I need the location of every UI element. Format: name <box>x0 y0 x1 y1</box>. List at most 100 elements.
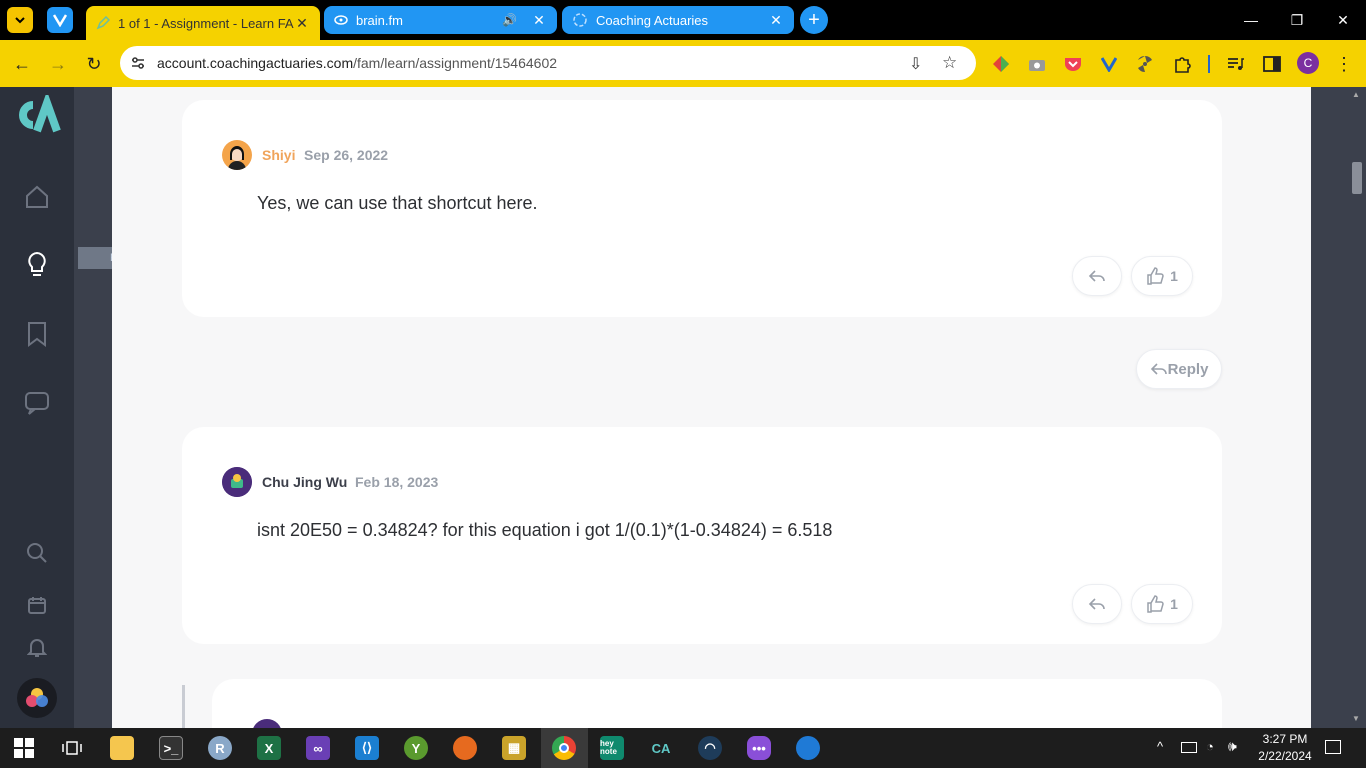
thumbs-up-icon <box>1147 267 1164 285</box>
scroll-up-arrow[interactable]: ▲ <box>1352 90 1360 99</box>
thread-line <box>182 685 185 728</box>
like-button[interactable]: 1 <box>1131 584 1193 624</box>
ca-logo[interactable] <box>11 91 63 135</box>
heynote-icon[interactable]: hey note <box>600 736 624 760</box>
comment-text: Yes, we can use that shortcut here. <box>257 193 538 213</box>
wifi-icon[interactable]: ◔ <box>1206 739 1214 754</box>
battery-icon[interactable] <box>1181 742 1197 753</box>
address-bar[interactable]: account.coachingactuaries.com/fam/learn/… <box>120 46 976 80</box>
windows-taskbar: >_ R X ∞ ⟨⟩ Y ▦ hey note CA ◠ ••• ^ ◔ 🕪 … <box>0 728 1366 768</box>
tab-brainfm[interactable]: brain.fm 🔊 ✕ <box>324 6 557 34</box>
excel-icon[interactable]: X <box>257 736 281 760</box>
scroll-down-arrow[interactable]: ▼ <box>1352 714 1360 723</box>
reply-icon <box>1088 598 1105 610</box>
profile-avatar[interactable]: C <box>1297 52 1319 74</box>
r-app-icon[interactable]: R <box>208 736 232 760</box>
vscode-icon[interactable]: ⟨⟩ <box>355 736 379 760</box>
pinned-tab-vivaldi[interactable] <box>47 7 73 33</box>
clock-date: 2/22/2024 <box>1258 749 1312 763</box>
tab-assignment[interactable]: 1 of 1 - Assignment - Learn FAM ✕ <box>86 6 320 40</box>
reply-button[interactable] <box>1072 256 1122 296</box>
clock-time: 3:27 PM <box>1262 732 1308 746</box>
extension-v-icon[interactable] <box>1099 54 1119 74</box>
tab-coaching-actuaries[interactable]: Coaching Actuaries ✕ <box>562 6 794 34</box>
volume-icon[interactable]: 🕪 <box>1228 738 1237 755</box>
firefox-icon[interactable] <box>453 736 477 760</box>
reply-label: Reply <box>1167 360 1209 378</box>
reply-button[interactable] <box>1072 584 1122 624</box>
reply-icon <box>1088 270 1105 282</box>
headphones-app-icon[interactable]: ◠ <box>698 736 722 760</box>
firefox-dev-icon[interactable] <box>796 736 820 760</box>
page-scrollbar[interactable]: ▲ ▼ <box>1348 87 1366 728</box>
show-hidden-icons[interactable]: ^ <box>1157 739 1163 754</box>
avatar[interactable] <box>222 140 252 170</box>
extension-pocket-icon[interactable] <box>1063 54 1083 74</box>
thumbs-up-icon <box>1147 595 1164 613</box>
close-icon[interactable]: ✕ <box>294 15 310 32</box>
system-clock[interactable]: 3:27 PM 2/22/2024 <box>1252 731 1318 765</box>
notification-center-icon[interactable] <box>1325 740 1341 754</box>
close-icon[interactable]: ✕ <box>531 12 547 29</box>
lightbulb-icon[interactable] <box>22 250 52 280</box>
terminal-icon[interactable]: >_ <box>159 736 183 760</box>
star-icon[interactable]: ☆ <box>942 53 957 73</box>
visual-studio-icon[interactable]: ∞ <box>306 736 330 760</box>
tab-search-button[interactable] <box>7 7 33 33</box>
restore-button[interactable]: ❐ <box>1274 0 1320 40</box>
browser-toolbar: ← → ↻ account.coachingactuaries.com/fam/… <box>0 40 1366 87</box>
minimize-button[interactable]: — <box>1228 0 1274 40</box>
comment-text: isnt 20E50 = 0.34824? for this equation … <box>257 520 833 540</box>
comment-card: Chu Jing Wu Feb 18, 2023 isnt 20E50 = 0.… <box>182 427 1222 644</box>
chat-icon[interactable] <box>22 388 52 418</box>
loading-spinner-icon <box>573 13 587 27</box>
task-view-icon[interactable] <box>60 736 84 760</box>
speaker-icon[interactable]: 🔊 <box>502 13 517 27</box>
extension-camera-icon[interactable] <box>1027 54 1047 74</box>
comment-card: Shiyi Sep 26, 2022 Yes, we can use that … <box>182 100 1222 317</box>
windows-start-icon[interactable] <box>12 736 36 760</box>
reply-icon <box>1150 363 1167 375</box>
y-app-icon[interactable]: Y <box>404 736 428 760</box>
new-tab-button[interactable]: + <box>800 6 828 34</box>
like-count: 1 <box>1170 268 1178 284</box>
side-panel-icon[interactable] <box>1262 54 1282 74</box>
scroll-thumb[interactable] <box>1352 162 1362 194</box>
tab-label: brain.fm <box>356 12 403 28</box>
avatar[interactable] <box>222 467 252 497</box>
bookmark-icon[interactable] <box>22 319 52 349</box>
bell-icon[interactable] <box>22 633 52 663</box>
extensions-puzzle-icon[interactable] <box>1172 54 1192 74</box>
calendar-icon[interactable] <box>22 590 52 620</box>
extension-diamond-icon[interactable] <box>991 54 1011 74</box>
chrome-icon[interactable] <box>552 736 576 760</box>
search-icon[interactable] <box>22 538 52 568</box>
file-explorer-icon[interactable] <box>110 736 134 760</box>
pencil-icon <box>96 16 110 30</box>
reply-thread-button[interactable]: Reply <box>1136 349 1222 389</box>
extension-radiation-icon[interactable] <box>1135 54 1155 74</box>
comment-date: Sep 26, 2022 <box>304 147 389 163</box>
coaching-actuaries-icon[interactable]: CA <box>649 736 673 760</box>
discussion-area: Shiyi Sep 26, 2022 Yes, we can use that … <box>112 87 1311 759</box>
back-button[interactable]: ← <box>9 51 35 77</box>
install-app-icon[interactable]: ⇩ <box>909 54 922 74</box>
user-avatar[interactable] <box>17 678 57 718</box>
comment-date: Feb 18, 2023 <box>355 474 439 490</box>
home-icon[interactable] <box>22 182 52 212</box>
media-controls-icon[interactable] <box>1226 54 1246 74</box>
chat-app-icon[interactable]: ••• <box>747 736 771 760</box>
window-close-button[interactable]: ✕ <box>1320 0 1366 40</box>
like-count: 1 <box>1170 596 1178 612</box>
like-button[interactable]: 1 <box>1131 256 1193 296</box>
tableau-icon[interactable]: ▦ <box>502 736 526 760</box>
brain-icon <box>334 15 348 25</box>
reload-button[interactable]: ↻ <box>81 51 107 77</box>
more-menu-icon[interactable]: ⋮ <box>1334 54 1354 74</box>
chevron-down-icon <box>15 17 25 24</box>
forward-button[interactable]: → <box>45 51 71 77</box>
site-info-icon[interactable] <box>130 55 146 71</box>
comment-author[interactable]: Shiyi <box>262 147 295 163</box>
comment-author[interactable]: Chu Jing Wu <box>262 474 347 490</box>
close-icon[interactable]: ✕ <box>768 12 784 29</box>
